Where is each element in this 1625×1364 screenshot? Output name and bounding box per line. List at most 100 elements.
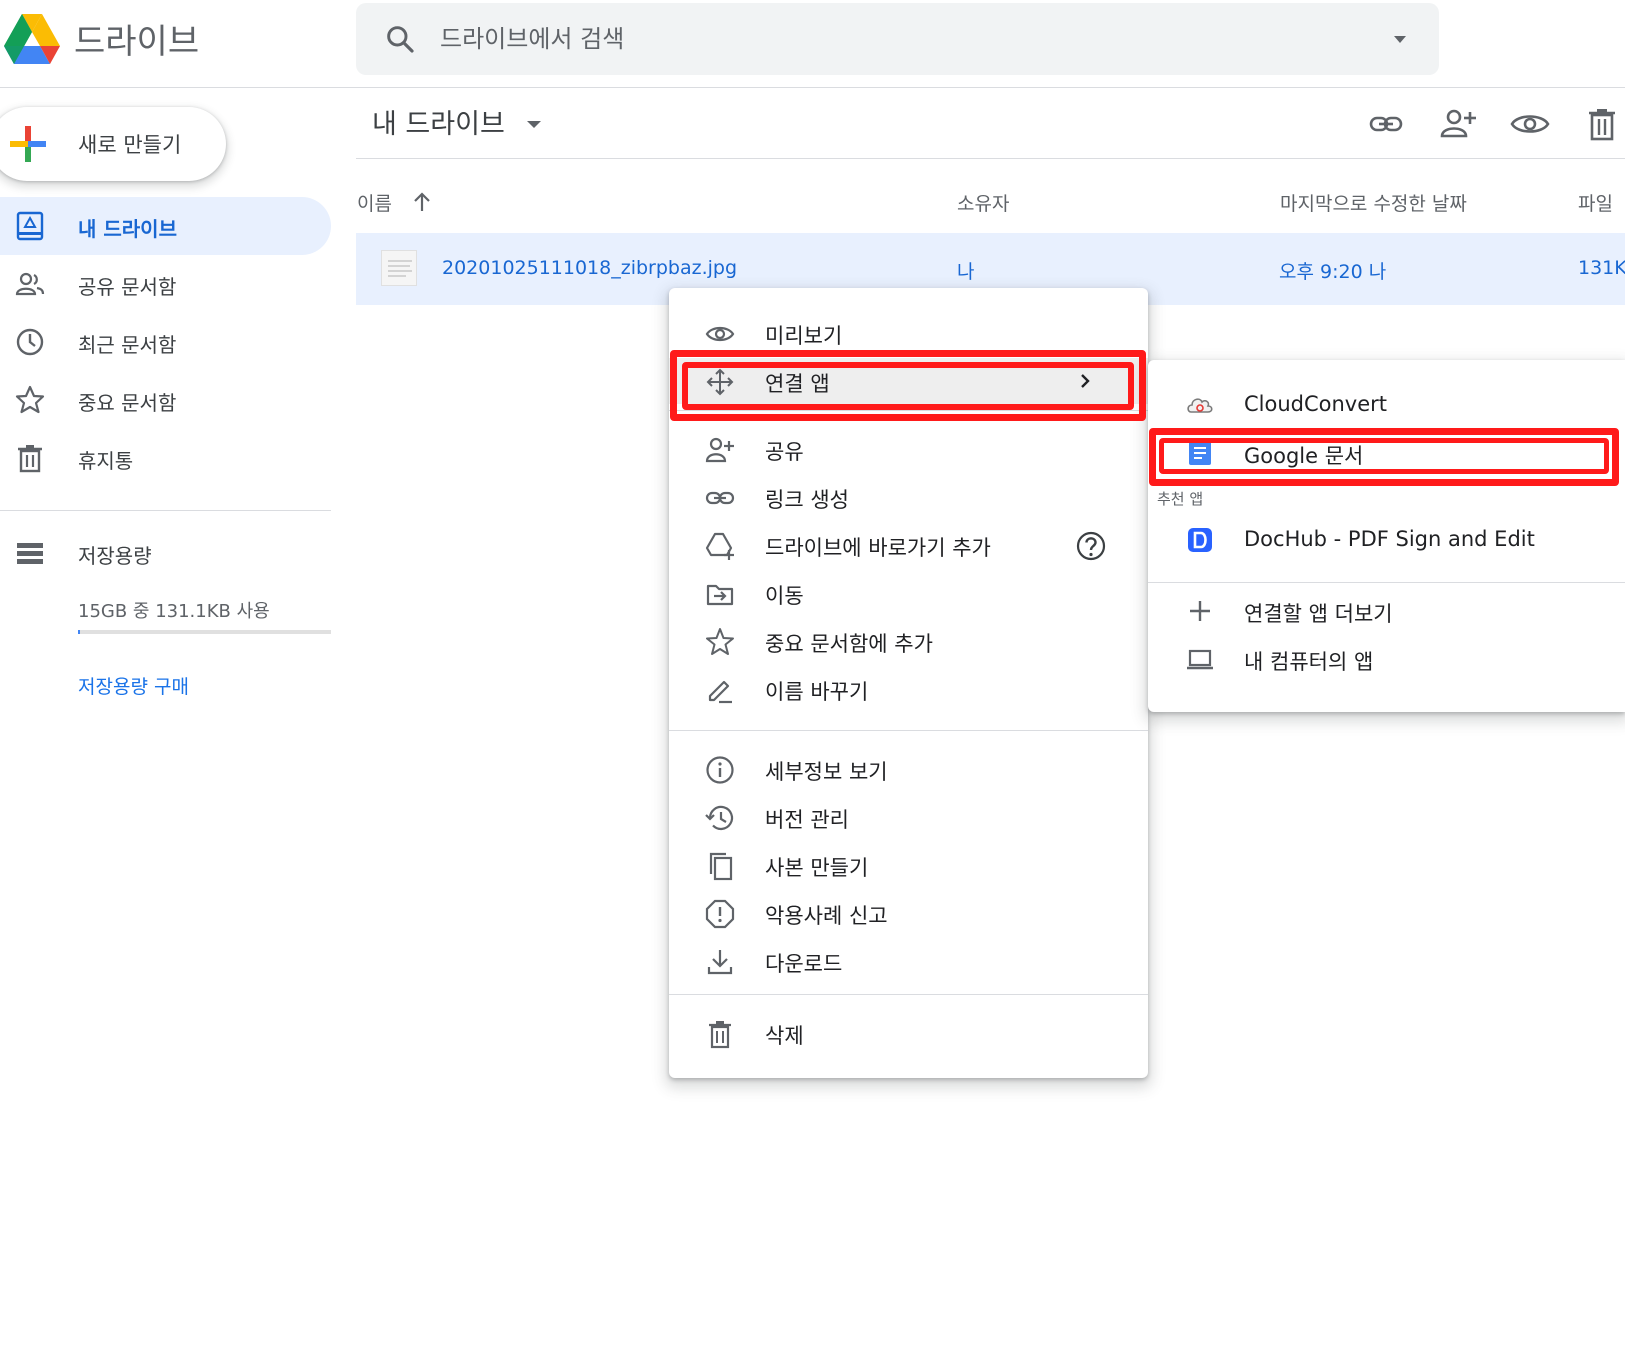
image-file-icon: [388, 260, 412, 277]
eye-icon: [705, 326, 735, 342]
menu-item-details[interactable]: 세부정보 보기: [669, 746, 1148, 792]
buy-storage-link[interactable]: 저장용량 구매: [78, 672, 189, 699]
storage-label: 저장용량: [78, 544, 152, 568]
menu-item-label: 미리보기: [765, 324, 843, 348]
pencil-icon: [708, 680, 732, 704]
sidebar-item-shared[interactable]: 공유 문서함: [0, 255, 331, 313]
menu-item-add-starred[interactable]: 중요 문서함에 추가: [669, 618, 1148, 664]
chevron-down-icon[interactable]: [524, 116, 544, 132]
star-icon: [15, 385, 45, 414]
trash-icon: [709, 1021, 731, 1049]
sidebar-item-label: 공유 문서함: [78, 275, 177, 299]
new-button-label: 새로 만들기: [78, 133, 182, 157]
menu-item-make-copy[interactable]: 사본 만들기: [669, 842, 1148, 888]
dochub-icon: [1188, 528, 1212, 552]
highlight-box-open-with-inner: [682, 362, 1134, 410]
menu-divider: [669, 994, 1148, 995]
toolbar-divider: [356, 158, 1625, 159]
top-header: 드라이브: [0, 0, 1625, 88]
menu-item-label: 악용사례 신고: [765, 904, 888, 928]
column-header-name[interactable]: 이름: [357, 189, 392, 216]
file-thumbnail: [381, 250, 417, 286]
link-icon: [705, 491, 735, 505]
sidebar-item-label: 최근 문서함: [78, 333, 177, 357]
submenu-item-computer-apps[interactable]: 내 컴퓨터의 앱: [1148, 636, 1625, 682]
star-icon: [706, 628, 734, 655]
add-person-icon[interactable]: [1436, 102, 1480, 146]
submenu-item-dochub[interactable]: DocHub - PDF Sign and Edit: [1148, 517, 1625, 563]
plus-icon: [1190, 601, 1210, 621]
menu-item-move[interactable]: 이동: [669, 570, 1148, 616]
eye-icon[interactable]: [1508, 102, 1552, 146]
sidebar-item-starred[interactable]: 중요 문서함: [0, 371, 331, 429]
trash-icon: [18, 445, 42, 473]
arrow-up-icon[interactable]: [410, 190, 434, 214]
move-folder-icon: [706, 584, 734, 606]
menu-item-label: 세부정보 보기: [765, 760, 888, 784]
menu-item-share[interactable]: 공유: [669, 426, 1148, 472]
column-header-modified[interactable]: 마지막으로 수정한 날짜: [1280, 189, 1467, 216]
menu-item-rename[interactable]: 이름 바꾸기: [669, 666, 1148, 712]
laptop-icon: [1187, 649, 1213, 670]
search-options-caret-icon[interactable]: [1388, 27, 1412, 51]
submenu-item-cloudconvert[interactable]: CloudConvert: [1148, 382, 1625, 428]
menu-item-report[interactable]: 악용사례 신고: [669, 890, 1148, 936]
file-size: 131K: [1578, 257, 1625, 279]
storage-progress-bar: [78, 630, 331, 634]
menu-item-label: 이동: [765, 584, 804, 608]
suggested-apps-header: 추천 앱: [1157, 490, 1204, 508]
copy-icon: [709, 852, 733, 881]
sidebar-item-my-drive[interactable]: 내 드라이브: [0, 197, 331, 255]
open-with-submenu: CloudConvert Google 문서 추천 앱 DocHub - PDF…: [1148, 360, 1625, 712]
submenu-divider: [1148, 582, 1625, 583]
sidebar-item-storage[interactable]: 저장용량: [0, 524, 331, 582]
plus-icon: [10, 126, 46, 162]
trash-icon[interactable]: [1580, 102, 1624, 146]
menu-item-add-shortcut[interactable]: 드라이브에 바로가기 추가: [669, 522, 1148, 568]
submenu-item-label: 연결할 앱 더보기: [1244, 602, 1393, 626]
menu-item-get-link[interactable]: 링크 생성: [669, 474, 1148, 520]
search-bar[interactable]: [356, 3, 1439, 75]
storage-used-text: 15GB 중 131.1KB 사용: [78, 601, 270, 622]
menu-divider: [669, 730, 1148, 731]
menu-item-versions[interactable]: 버전 관리: [669, 794, 1148, 840]
page-title[interactable]: 내 드라이브: [372, 102, 505, 141]
new-button[interactable]: 새로 만들기: [0, 107, 226, 181]
menu-item-label: 버전 관리: [765, 808, 849, 832]
submenu-item-label: 내 컴퓨터의 앱: [1244, 650, 1374, 674]
cloudconvert-icon: [1187, 398, 1213, 413]
file-owner: 나: [957, 261, 975, 283]
help-icon[interactable]: [1075, 530, 1107, 562]
link-icon[interactable]: [1364, 102, 1408, 146]
menu-item-label: 삭제: [765, 1024, 804, 1048]
my-drive-icon: [16, 211, 44, 241]
menu-item-download[interactable]: 다운로드: [669, 938, 1148, 984]
submenu-item-connect-more[interactable]: 연결할 앱 더보기: [1148, 588, 1625, 634]
column-header-owner[interactable]: 소유자: [957, 189, 1009, 216]
search-input[interactable]: [440, 3, 1340, 75]
submenu-item-label: DocHub - PDF Sign and Edit: [1244, 527, 1535, 551]
drive-shortcut-icon: [705, 532, 734, 560]
app-title: 드라이브: [74, 22, 200, 62]
sidebar-item-trash[interactable]: 휴지통: [0, 429, 331, 487]
sidebar-item-label: 휴지통: [78, 449, 134, 473]
menu-item-label: 드라이브에 바로가기 추가: [765, 536, 991, 560]
download-icon: [707, 950, 733, 975]
sidebar-item-recent[interactable]: 최근 문서함: [0, 313, 331, 371]
highlight-box-google-docs-inner: [1159, 438, 1609, 474]
menu-item-label: 공유: [765, 440, 804, 464]
search-icon[interactable]: [384, 23, 416, 55]
menu-item-label: 사본 만들기: [765, 856, 869, 880]
report-icon: [705, 899, 735, 929]
menu-item-remove[interactable]: 삭제: [669, 1010, 1148, 1056]
drive-logo-icon[interactable]: [4, 12, 60, 64]
info-icon: [706, 756, 734, 784]
menu-item-label: 중요 문서함에 추가: [765, 632, 933, 656]
sidebar-divider: [0, 510, 331, 511]
file-modified: 오후 9:20 나: [1279, 261, 1387, 283]
column-header-size[interactable]: 파일: [1578, 189, 1613, 216]
file-name[interactable]: 20201025111018_zibrpbaz.jpg: [442, 257, 737, 279]
menu-item-label: 이름 바꾸기: [765, 680, 869, 704]
sidebar-item-label: 내 드라이브: [78, 217, 177, 241]
history-icon: [705, 805, 734, 831]
